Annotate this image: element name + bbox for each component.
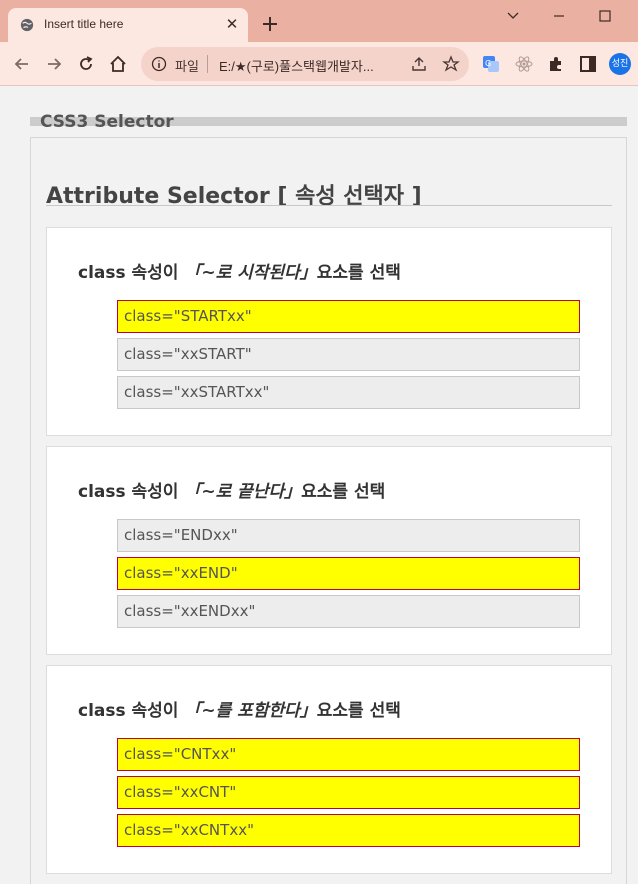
globe-icon <box>20 18 34 32</box>
list-item: class="xxEND" <box>117 557 580 590</box>
address-bar[interactable]: 파일 E:/★(구로)풀스택웹개발자... <box>141 47 469 81</box>
group-title: class 속성이 「~를 포함한다」요소를 선택 <box>78 696 401 721</box>
home-icon[interactable] <box>108 54 128 74</box>
list-item: class="xxENDxx" <box>117 595 580 628</box>
reload-icon[interactable] <box>76 54 96 74</box>
close-tab-icon[interactable]: ✕ <box>224 16 240 32</box>
group-title-prefix: class 속성이 <box>78 263 179 283</box>
address-divider <box>207 55 208 73</box>
page-header: CSS3 Selector <box>40 112 174 132</box>
info-icon[interactable] <box>151 56 167 72</box>
list-item: class="STARTxx" <box>117 300 580 333</box>
group-title-highlight: 「~로 시작된다」 <box>184 263 317 283</box>
extensions-puzzle-icon[interactable] <box>546 54 566 74</box>
minimize-icon[interactable] <box>549 8 569 24</box>
content-wrapper: Attribute Selector [ 속성 선택자 ] class 속성이 … <box>30 137 627 884</box>
tab-search-icon[interactable] <box>503 8 523 24</box>
group-title: class 속성이 「~로 끝난다」요소를 선택 <box>78 477 385 502</box>
list-item: class="ENDxx" <box>117 519 580 552</box>
react-devtools-icon[interactable] <box>514 54 534 74</box>
list-item: class="CNTxx" <box>117 738 580 771</box>
side-panel-icon[interactable] <box>578 54 598 74</box>
browser-tab[interactable]: Insert title here ✕ <box>8 8 248 42</box>
group-title: class 속성이 「~로 시작된다」요소를 선택 <box>78 258 401 283</box>
group-title-highlight: 「~로 끝난다」 <box>184 482 302 502</box>
bookmark-star-icon[interactable] <box>441 54 461 74</box>
share-icon[interactable] <box>409 54 429 74</box>
list-item: class="xxCNTxx" <box>117 814 580 847</box>
url-text[interactable]: E:/★(구로)풀스택웹개발자... <box>219 56 374 75</box>
browser-toolbar: 파일 E:/★(구로)풀스택웹개발자... G 성진 <box>0 42 638 86</box>
new-tab-icon[interactable] <box>260 14 280 34</box>
group-title-suffix: 요소를 선택 <box>316 263 401 283</box>
back-icon[interactable] <box>12 54 32 74</box>
list-item: class="xxCNT" <box>117 776 580 809</box>
group-title-suffix: 요소를 선택 <box>301 482 386 502</box>
group-title-suffix: 요소를 선택 <box>316 701 401 721</box>
maximize-icon[interactable] <box>595 8 615 24</box>
translate-icon[interactable]: G <box>481 54 501 74</box>
list-item: class="xxSTARTxx" <box>117 376 580 409</box>
scheme-label: 파일 <box>175 59 199 74</box>
group-ends-with: class 속성이 「~로 끝난다」요소를 선택 class="ENDxx" c… <box>46 446 612 655</box>
page-content: CSS3 Selector Attribute Selector [ 속성 선택… <box>0 86 638 884</box>
tab-title: Insert title here <box>44 17 124 31</box>
browser-titlebar: Insert title here ✕ <box>0 0 638 42</box>
forward-icon[interactable] <box>44 54 64 74</box>
list-item: class="xxSTART" <box>117 338 580 371</box>
section-title-underline <box>46 205 612 206</box>
group-title-highlight: 「~를 포함한다」 <box>184 701 317 721</box>
group-starts-with: class 속성이 「~로 시작된다」요소를 선택 class="STARTxx… <box>46 227 612 436</box>
group-contains: class 속성이 「~를 포함한다」요소를 선택 class="CNTxx" … <box>46 665 612 874</box>
profile-avatar[interactable]: 성진 <box>609 53 631 75</box>
svg-text:G: G <box>485 59 491 68</box>
group-title-prefix: class 속성이 <box>78 701 179 721</box>
group-title-prefix: class 속성이 <box>78 482 179 502</box>
